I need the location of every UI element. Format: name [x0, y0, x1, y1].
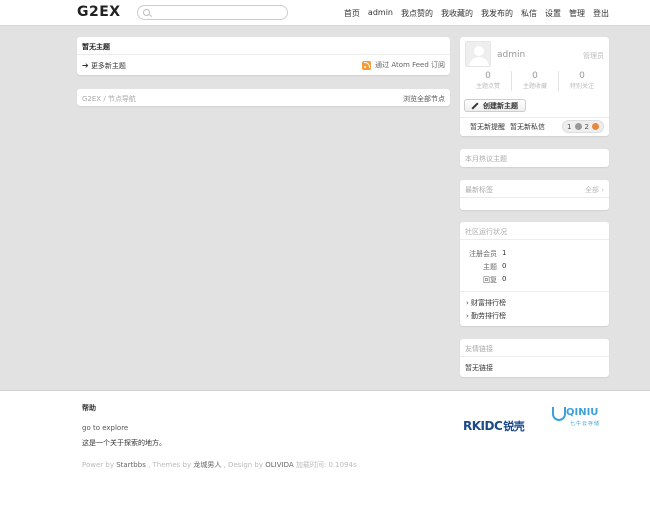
startbbs-link[interactable]: Startbbs — [116, 461, 146, 469]
friend-links-panel: 友情链接 暂无链接 — [460, 339, 609, 377]
footer-credits: Power by Startbbs , Themes by 龙城男人 , Des… — [82, 460, 357, 470]
search-icon — [143, 9, 150, 16]
topics-title: 暂无主题 — [82, 43, 110, 51]
avatar[interactable] — [465, 41, 491, 67]
qiniu-logo-sub: 七牛云存储 — [570, 421, 601, 427]
stat-value: 0 — [579, 71, 585, 81]
status-key: 注册会员 — [469, 250, 497, 258]
stat-label: 主题点赞 — [475, 83, 500, 90]
user-stats: 0 主题点赞 0 主题收藏 0 特别关注 — [465, 71, 605, 91]
user-role: 管理员 — [583, 52, 604, 60]
nodes-panel: G2EX / 节点导航 浏览全部节点 — [77, 89, 450, 106]
browse-all-nodes-link[interactable]: 浏览全部节点 — [403, 94, 445, 104]
divider — [460, 239, 609, 240]
help-link[interactable]: 帮助 — [82, 403, 96, 413]
user-name[interactable]: admin — [497, 50, 525, 60]
qiniu-logo-icon — [552, 407, 566, 421]
nav-settings[interactable]: 设置 — [545, 8, 561, 19]
community-status-title: 社区运行状况 — [465, 228, 507, 236]
arrow-right-icon: ➔ — [82, 61, 89, 70]
coin-badge[interactable]: 1 2 — [562, 120, 604, 133]
stat-label: 主题收藏 — [522, 83, 547, 90]
friend-links-empty: 暂无链接 — [465, 364, 493, 372]
silver-coin-icon — [574, 123, 582, 130]
rss-icon — [362, 60, 372, 70]
stat-value: 0 — [532, 71, 538, 81]
divider — [460, 356, 609, 357]
search-input[interactable] — [137, 5, 288, 20]
divider — [77, 54, 450, 55]
qiniu-sponsor-logo[interactable]: QINIU 七牛云存储 — [552, 405, 604, 431]
footer: 帮助 go to explore 这是一个关于探索的地方。 Power by S… — [0, 390, 650, 512]
rss-label: 通过 Atom Feed 订阅 — [375, 61, 445, 69]
stat-liked[interactable]: 0 主题点赞 — [465, 71, 511, 91]
notifications-link[interactable]: 暂无新提醒 — [470, 122, 505, 132]
stat-favorited[interactable]: 0 主题收藏 — [511, 71, 558, 91]
qiniu-logo-text: QINIU — [566, 407, 599, 418]
latest-tags-title: 最新标签 — [465, 186, 493, 194]
site-logo[interactable]: G2EX — [77, 4, 121, 20]
community-status-panel: 社区运行状况 注册会员 1 主题 0 回复 0 › 财富排行榜 › 勤劳排行榜 — [460, 222, 609, 326]
load-time: 加载时间: 0.1094s — [293, 461, 357, 469]
designer-link[interactable]: OLIVIDA — [265, 461, 293, 469]
stat-label: 特别关注 — [569, 83, 594, 90]
credit-text: Power by — [82, 461, 117, 469]
footer-explore: go to explore — [82, 424, 129, 432]
rkidc-sponsor-logo[interactable]: RKIDC锐壳 — [463, 418, 525, 434]
messages-link[interactable]: 暂无新私信 — [510, 122, 545, 132]
nav-liked[interactable]: 我点赞的 — [401, 8, 433, 19]
rkidc-logo-cn: 锐壳 — [503, 420, 525, 433]
diligence-ranking-link[interactable]: › 勤劳排行榜 — [466, 311, 506, 321]
stat-following[interactable]: 0 特别关注 — [558, 71, 605, 91]
hot-topics-title: 本月热议主题 — [465, 155, 507, 163]
bronze-count: 2 — [584, 122, 589, 131]
rss-subscribe-link[interactable]: 通过 Atom Feed 订阅 — [362, 60, 445, 70]
hot-topics-panel: 本月热议主题 — [460, 149, 609, 167]
latest-tags-panel: 最新标签 全部 › — [460, 180, 609, 210]
nav-user[interactable]: admin — [368, 8, 393, 19]
stat-value: 0 — [485, 71, 491, 81]
all-tags-link[interactable]: 全部 › — [585, 185, 604, 195]
nav-favorites[interactable]: 我收藏的 — [441, 8, 473, 19]
silver-count: 1 — [567, 122, 572, 131]
user-panel: admin 管理员 0 主题点赞 0 主题收藏 0 特别关注 创建新主题 暂无新… — [460, 37, 609, 136]
nav-logout[interactable]: 登出 — [593, 8, 609, 19]
pencil-icon — [472, 103, 478, 109]
status-value: 0 — [502, 275, 507, 283]
avatar-body-shape — [469, 57, 489, 66]
nav-my-posts[interactable]: 我发布的 — [481, 8, 513, 19]
top-bar: G2EX 首页 admin 我点赞的 我收藏的 我发布的 私信 设置 管理 登出 — [0, 0, 650, 26]
create-topic-label: 创建新主题 — [483, 101, 518, 110]
divider — [460, 117, 609, 118]
more-topics-label: 更多新主题 — [90, 62, 126, 70]
bronze-coin-icon — [591, 123, 599, 130]
footer-description: 这是一个关于探索的地方。 — [82, 439, 166, 447]
avatar-head-shape — [474, 46, 484, 56]
credit-text: , Themes by — [145, 461, 194, 469]
topics-panel: 暂无主题 ➔ 更多新主题 通过 Atom Feed 订阅 — [77, 37, 450, 75]
main-nav: 首页 admin 我点赞的 我收藏的 我发布的 私信 设置 管理 登出 — [344, 8, 609, 19]
divider — [460, 291, 609, 292]
nav-admin[interactable]: 管理 — [569, 8, 585, 19]
create-topic-button[interactable]: 创建新主题 — [464, 99, 526, 112]
wealth-ranking-link[interactable]: › 财富排行榜 — [466, 298, 506, 308]
rkidc-logo-text: RKIDC — [463, 419, 503, 433]
friend-links-title: 友情链接 — [465, 345, 493, 353]
status-key: 回复 — [483, 276, 497, 284]
nav-messages[interactable]: 私信 — [521, 8, 537, 19]
more-topics-link[interactable]: ➔ 更多新主题 — [82, 61, 126, 71]
status-value: 0 — [502, 262, 507, 270]
breadcrumb[interactable]: G2EX / 节点导航 — [82, 94, 136, 104]
divider — [460, 197, 609, 198]
status-key: 主题 — [483, 263, 497, 271]
nav-home[interactable]: 首页 — [344, 8, 360, 19]
status-value: 1 — [502, 249, 507, 257]
credit-text: , Design by — [221, 461, 266, 469]
theme-author-link[interactable]: 龙城男人 — [193, 461, 221, 469]
